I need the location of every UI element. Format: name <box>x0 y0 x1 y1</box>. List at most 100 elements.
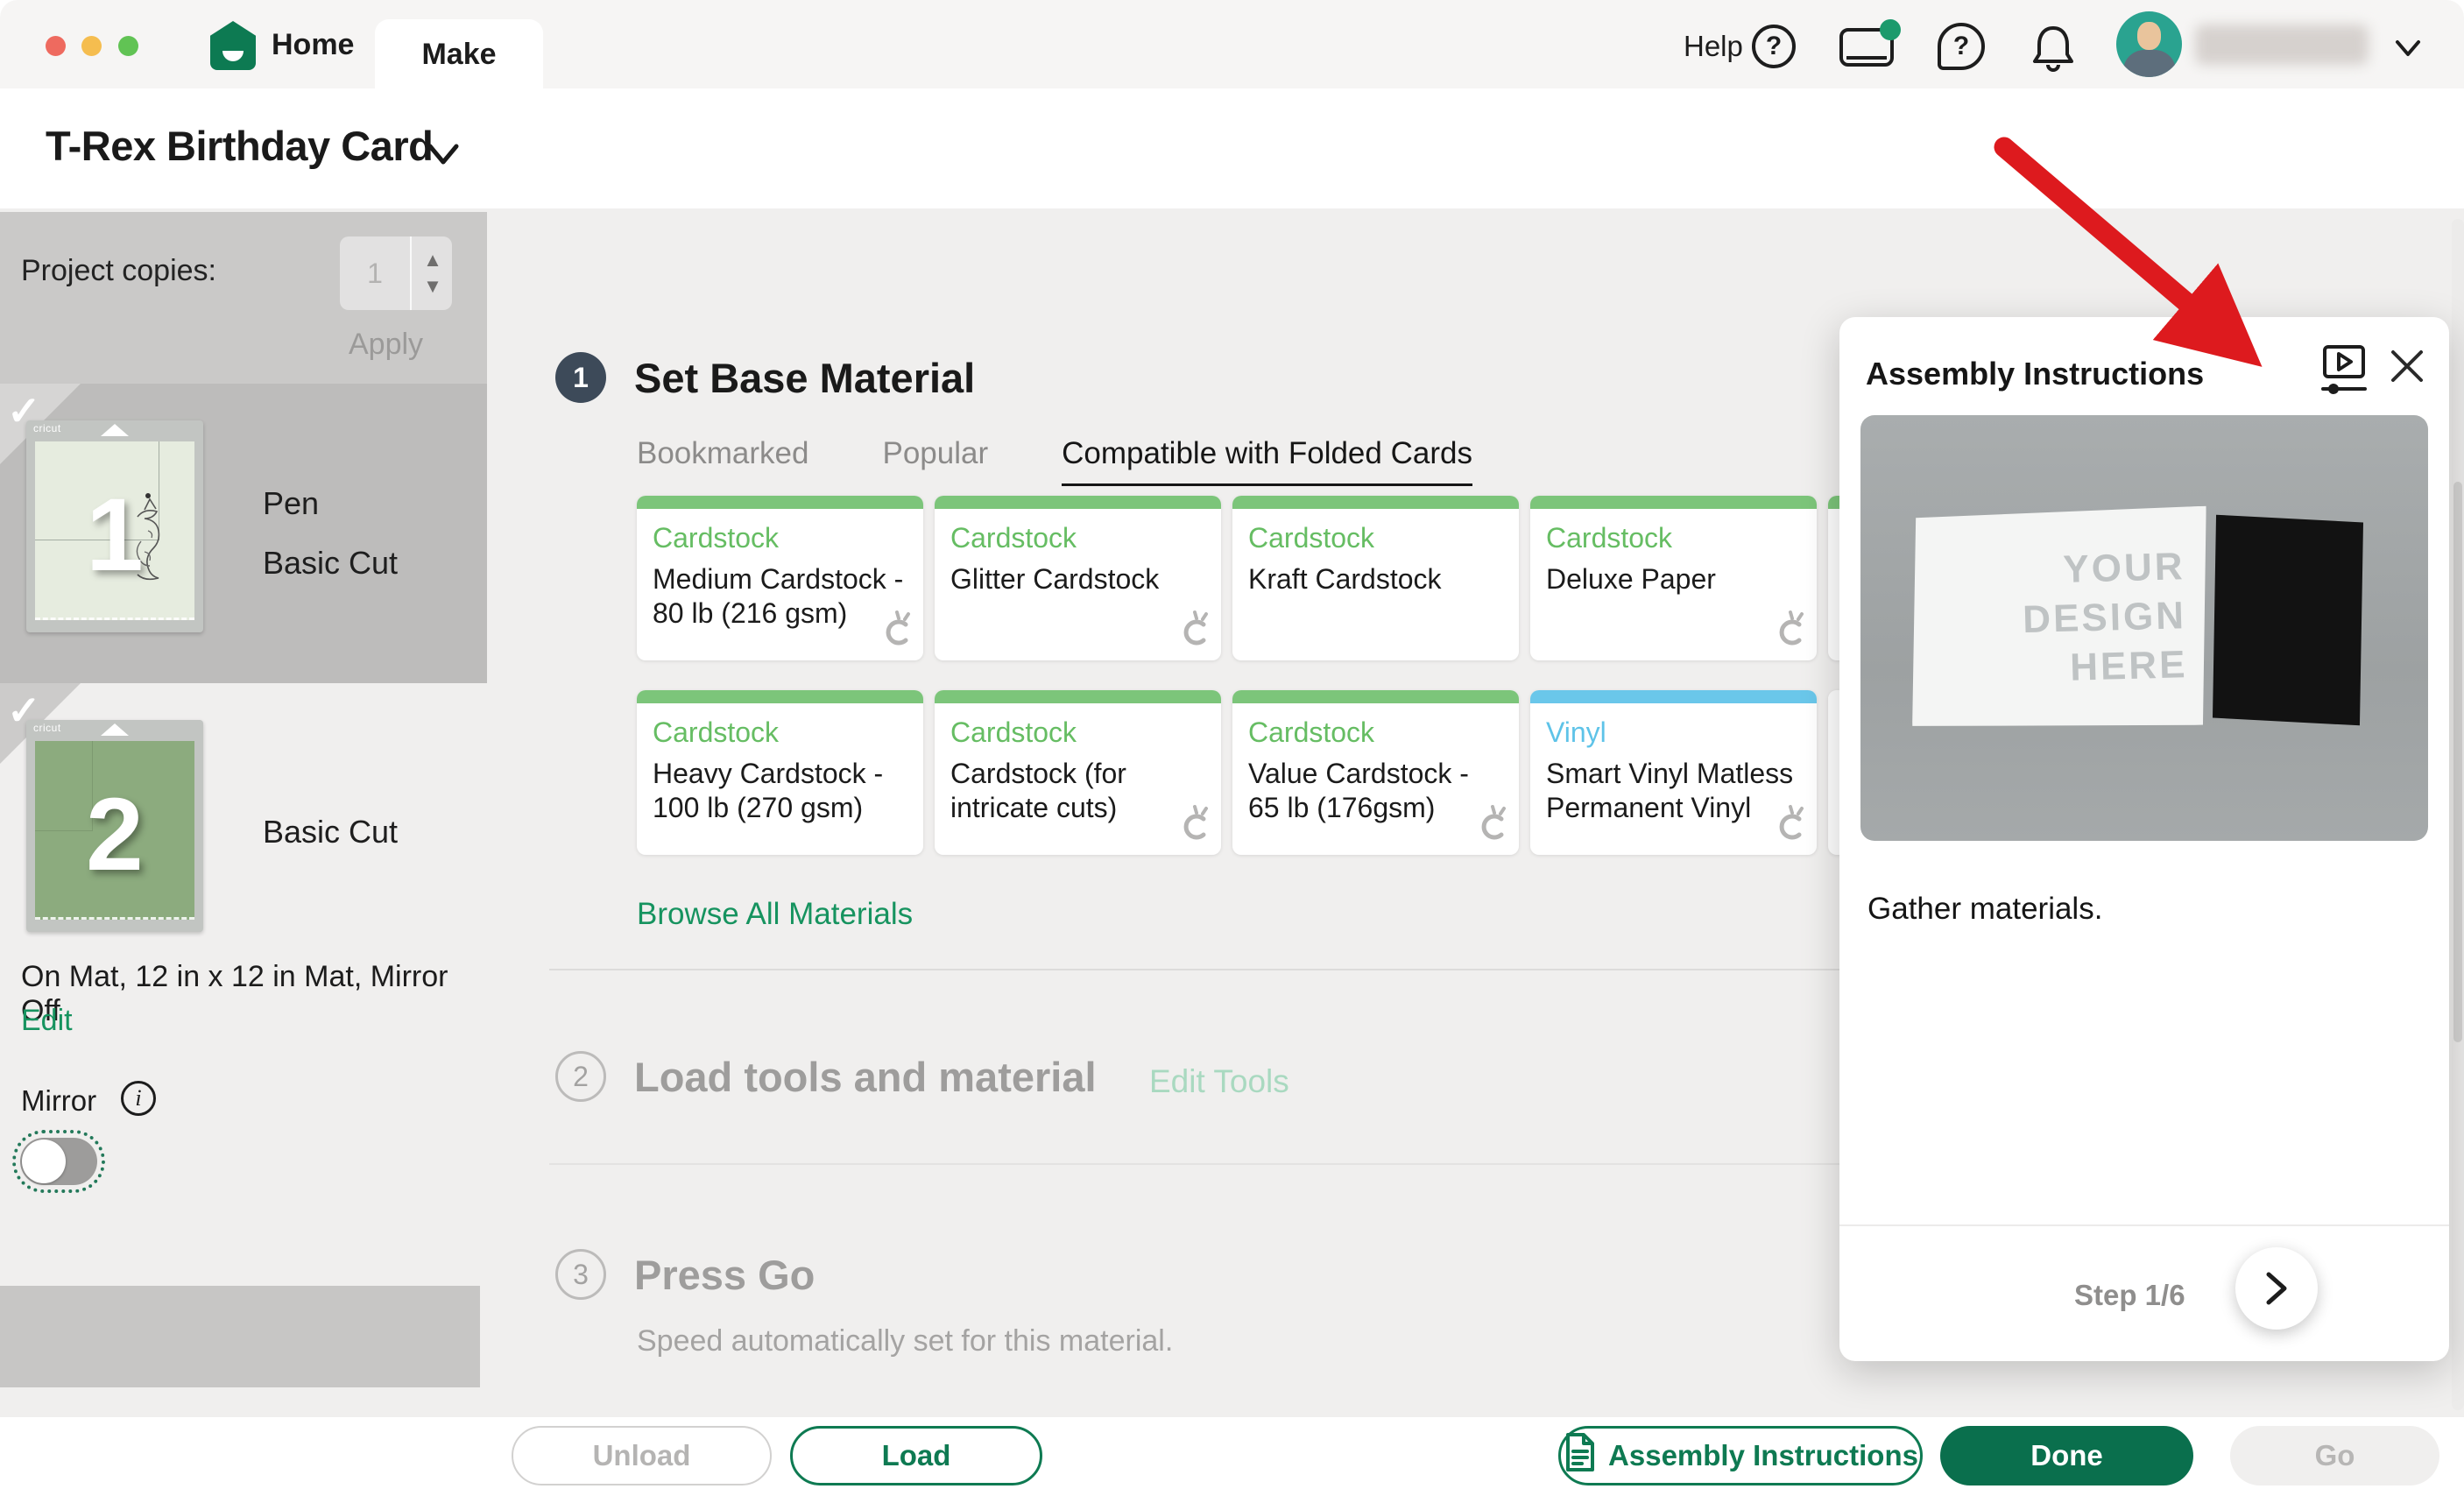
project-copies-control: 1 ▲ ▼ <box>340 236 452 310</box>
step-3-note: Speed automatically set for this materia… <box>637 1324 1173 1358</box>
unload-button[interactable]: Unload <box>512 1426 772 1485</box>
account-chevron-down-icon[interactable] <box>2394 33 2422 61</box>
edit-tools-link[interactable]: Edit Tools <box>1149 1063 1289 1100</box>
panel-footer-divider <box>1839 1224 2449 1226</box>
tab-make[interactable]: Make <box>375 19 543 89</box>
project-title-chevron-down-icon[interactable] <box>427 143 459 166</box>
mirror-label: Mirror <box>21 1084 96 1118</box>
assembly-instructions-panel: Assembly Instructions YOUR DESIGN HERE G… <box>1839 317 2449 1361</box>
mirror-toggle-track[interactable] <box>20 1138 97 1185</box>
material-card[interactable]: Cardstock Heavy Cardstock - 100 lb (270 … <box>637 690 923 855</box>
avatar[interactable] <box>2116 11 2182 77</box>
window-minimize-button[interactable] <box>81 36 102 56</box>
mat-2-card-outline <box>35 741 93 831</box>
step-1-title: Set Base Material <box>634 354 975 402</box>
load-button-label: Load <box>882 1439 951 1472</box>
tab-make-label: Make <box>421 38 496 72</box>
stepper-down-icon[interactable]: ▼ <box>423 277 442 296</box>
cricut-logo-icon <box>210 21 256 70</box>
step-3-number: 3 <box>555 1249 606 1300</box>
notifications-bell-icon[interactable] <box>2030 23 2076 72</box>
tab-popular[interactable]: Popular <box>882 436 988 486</box>
card-name: Cardstock (for intricate cuts) <box>950 757 1207 825</box>
close-icon[interactable] <box>2388 347 2426 385</box>
card-accent-bar <box>935 496 1221 509</box>
top-bar: Home Make Help ? ? <box>0 0 2464 88</box>
project-copies-panel: Project copies: 1 ▲ ▼ Apply <box>0 212 487 384</box>
copies-stepper[interactable]: ▲ ▼ <box>413 236 452 310</box>
edit-mat-link[interactable]: Edit <box>21 1004 73 1038</box>
cricut-c-icon <box>1771 805 1808 848</box>
next-step-button[interactable] <box>2235 1247 2318 1330</box>
mat-row-2[interactable]: ✓ cricut 2 Basic Cut <box>0 683 487 981</box>
mat-1-number: 1 <box>86 476 144 595</box>
copies-input[interactable]: 1 <box>340 236 412 310</box>
card-category: Cardstock <box>653 522 779 554</box>
mat-2-number: 2 <box>86 775 144 894</box>
vertical-scrollbar[interactable] <box>2452 219 2464 1410</box>
assembly-instructions-button[interactable]: Assembly Instructions <box>1558 1426 1923 1485</box>
mirror-toggle-knob[interactable] <box>22 1140 66 1183</box>
mat-row-1[interactable]: ✓ cricut 1 Pen Basic <box>0 384 487 683</box>
assembly-button-label: Assembly Instructions <box>1608 1439 1918 1472</box>
material-card[interactable]: Cardstock Glitter Cardstock <box>935 496 1221 660</box>
browse-all-materials-link[interactable]: Browse All Materials <box>637 897 913 932</box>
scrollbar-thumb[interactable] <box>2453 482 2462 1042</box>
feedback-help-icon[interactable]: ? <box>1938 23 1985 70</box>
mat-1-thumbnail[interactable]: cricut 1 <box>26 420 203 632</box>
bottom-action-bar: Unload Load Assembly Instructions Done G… <box>0 1417 2464 1496</box>
material-card[interactable]: Cardstock Kraft Cardstock <box>1232 496 1519 660</box>
mat-notch <box>101 723 129 736</box>
sidebar-footer-block <box>0 1286 480 1387</box>
card-accent-bar <box>637 690 923 703</box>
unload-button-label: Unload <box>593 1439 691 1472</box>
material-card[interactable]: Cardstock Medium Cardstock - 80 lb (216 … <box>637 496 923 660</box>
assembly-step-image: YOUR DESIGN HERE <box>1860 415 2428 841</box>
material-card[interactable]: Cardstock Deluxe Paper <box>1530 496 1817 660</box>
material-card[interactable]: Cardstock Value Cardstock - 65 lb (176gs… <box>1232 690 1519 855</box>
card-accent-bar <box>637 496 923 509</box>
stepper-up-icon[interactable]: ▲ <box>423 251 442 270</box>
apply-button[interactable]: Apply <box>349 328 423 362</box>
stencil-text-line: HERE <box>2070 643 2189 689</box>
mat-brand-label: cricut <box>33 422 61 434</box>
cricut-c-icon <box>1771 610 1808 653</box>
go-button[interactable]: Go <box>2230 1426 2439 1485</box>
window-close-button[interactable] <box>46 36 66 56</box>
card-category: Cardstock <box>1248 522 1374 554</box>
help-circle-icon[interactable]: ? <box>1752 25 1796 68</box>
mat-2-thumbnail[interactable]: cricut 2 <box>26 720 203 932</box>
card-name: Value Cardstock - 65 lb (176gsm) <box>1248 757 1505 825</box>
done-button-label: Done <box>2030 1439 2103 1472</box>
machine-status-icon[interactable] <box>1839 28 1894 67</box>
done-button[interactable]: Done <box>1940 1426 2193 1485</box>
stencil-card-photo: YOUR DESIGN HERE <box>1907 506 2212 733</box>
material-card[interactable]: Vinyl Smart Vinyl Matless Permanent Viny… <box>1530 690 1817 855</box>
stencil-text-line: DESIGN <box>2023 594 2187 642</box>
tab-bookmarked[interactable]: Bookmarked <box>637 436 808 486</box>
card-category: Cardstock <box>950 716 1077 749</box>
material-tabs: Bookmarked Popular Compatible with Folde… <box>637 436 1472 486</box>
card-category: Cardstock <box>1546 522 1672 554</box>
machine-slot-icon <box>1846 56 1887 60</box>
mat-notch <box>101 424 129 436</box>
mirror-toggle[interactable] <box>14 1132 103 1191</box>
help-menu[interactable]: Help <box>1684 30 1743 63</box>
assembly-step-caption: Gather materials. <box>1867 892 2102 927</box>
step-1-number: 1 <box>555 352 606 403</box>
card-accent-bar <box>1530 690 1817 703</box>
black-cardstock-photo <box>2213 515 2363 726</box>
mirror-info-icon[interactable]: i <box>121 1081 156 1116</box>
avatar-head <box>2137 22 2161 50</box>
tab-compatible-folded-cards[interactable]: Compatible with Folded Cards <box>1062 436 1472 486</box>
load-button[interactable]: Load <box>790 1426 1042 1485</box>
user-name-blurred <box>2195 25 2369 65</box>
mat-2-tools: Basic Cut <box>263 683 398 981</box>
card-name: Glitter Cardstock <box>950 562 1207 596</box>
card-accent-bar <box>1232 690 1519 703</box>
card-category: Cardstock <box>653 716 779 749</box>
tab-home[interactable]: Home <box>272 28 354 62</box>
window-zoom-button[interactable] <box>118 36 138 56</box>
material-card[interactable]: Cardstock Cardstock (for intricate cuts) <box>935 690 1221 855</box>
card-name: Heavy Cardstock - 100 lb (270 gsm) <box>653 757 909 825</box>
